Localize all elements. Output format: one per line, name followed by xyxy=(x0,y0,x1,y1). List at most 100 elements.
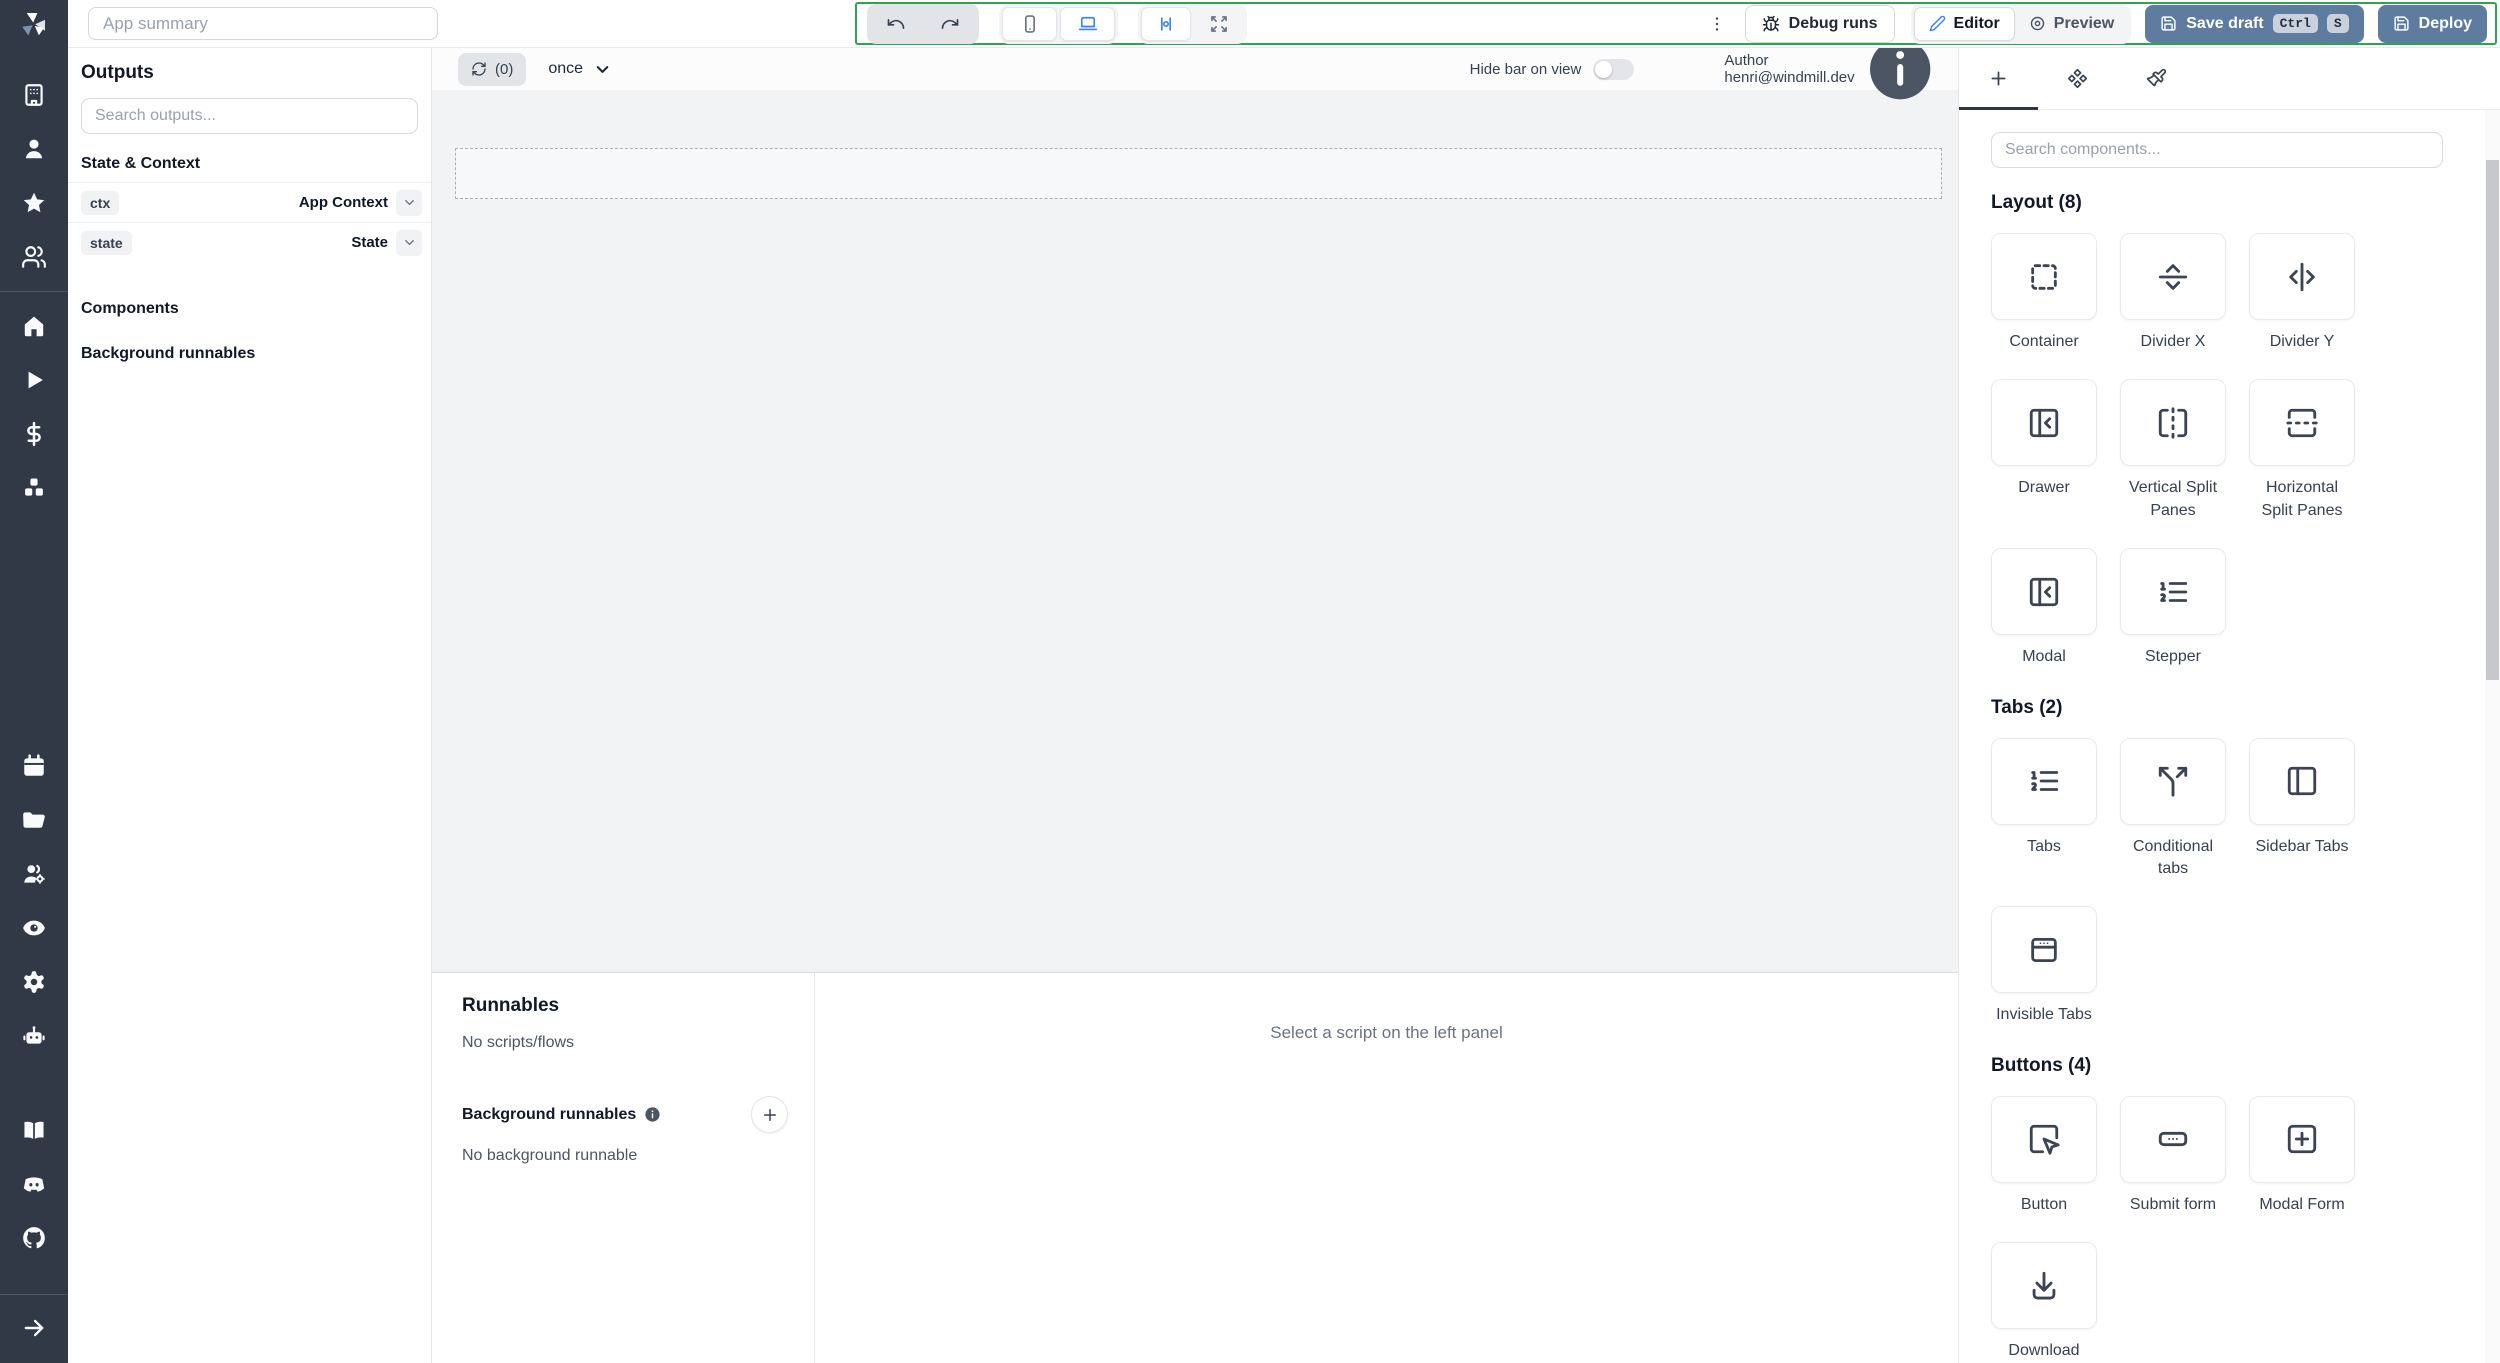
add-background-runnable-button[interactable] xyxy=(751,1096,788,1133)
save-icon xyxy=(2160,15,2177,32)
square-plus-icon xyxy=(2249,1095,2355,1183)
book-open-icon[interactable] xyxy=(21,1117,47,1143)
runnables-panel: Runnables No scripts/flows Background ru… xyxy=(432,973,814,1363)
redo-icon xyxy=(940,14,960,34)
component-label: Submit form xyxy=(2129,1195,2217,1213)
ctx-expand-button[interactable] xyxy=(396,189,422,216)
component-card-modal-form[interactable]: Modal Form xyxy=(2249,1095,2355,1216)
refresh-count-button[interactable]: (0) xyxy=(458,52,527,86)
component-label: Horizontal Split Panes xyxy=(2261,479,2343,519)
fullscreen-button[interactable] xyxy=(1194,7,1244,41)
tab-insert-component[interactable] xyxy=(1959,48,2038,110)
component-card-divider-y[interactable]: Divider Y xyxy=(2249,233,2355,353)
boxes-icon[interactable] xyxy=(21,475,47,501)
star-icon[interactable] xyxy=(21,190,47,216)
component-grid: Button Submit form Modal Form Download Butt… xyxy=(1991,1095,2474,1363)
component-card-divider-x[interactable]: Divider X xyxy=(2120,233,2226,353)
dollar-sign-icon[interactable] xyxy=(21,421,47,447)
discord-icon[interactable] xyxy=(21,1171,47,1197)
sidebar-divider xyxy=(0,291,68,292)
canvas-strip: (0) once Hide bar on view Author henri@w… xyxy=(432,38,1958,100)
preview-label: Preview xyxy=(2053,14,2115,32)
eye-icon[interactable] xyxy=(21,915,47,941)
tab-component-settings[interactable] xyxy=(2038,48,2117,109)
tab-styling[interactable] xyxy=(2117,48,2196,109)
component-card-tabs[interactable]: Tabs xyxy=(1991,737,2097,881)
components-panel: Layout (8) Container Divider X Divider Y Dra… xyxy=(1958,48,2500,1363)
hide-bar-toggle[interactable] xyxy=(1593,58,1635,80)
component-card-horizontal-split-panes[interactable]: Horizontal Split Panes xyxy=(2249,379,2355,522)
search-components-input[interactable] xyxy=(1991,132,2443,168)
search-outputs-input[interactable] xyxy=(81,98,418,134)
calendar-icon[interactable] xyxy=(21,753,47,779)
deploy-button[interactable]: Deploy xyxy=(2377,4,2487,43)
sidebar-group-0 xyxy=(0,82,68,270)
arrow-right-icon[interactable] xyxy=(21,1315,47,1341)
section-title: Tabs (2) xyxy=(1991,696,2063,718)
component-card-sidebar-tabs[interactable]: Sidebar Tabs xyxy=(2249,737,2355,881)
app-summary-input[interactable] xyxy=(88,7,438,40)
info-icon[interactable] xyxy=(644,1106,661,1123)
component-card-button[interactable]: Button xyxy=(1991,1095,2097,1216)
windmill-logo[interactable] xyxy=(0,0,68,48)
state-expand-button[interactable] xyxy=(396,229,422,256)
output-row-ctx[interactable]: ctx App Context xyxy=(68,182,431,222)
components-scrollbar[interactable] xyxy=(2485,110,2500,1363)
component-label: Tabs xyxy=(2027,837,2061,855)
users-cog-icon[interactable] xyxy=(21,861,47,887)
flip-vertical-icon xyxy=(2249,379,2355,467)
play-icon[interactable] xyxy=(21,367,47,393)
app-canvas[interactable] xyxy=(432,90,1958,972)
kbd-ctrl: Ctrl xyxy=(2272,14,2318,33)
component-card-conditional-tabs[interactable]: Conditional tabs xyxy=(2120,737,2226,881)
component-card-submit-form[interactable]: Submit form xyxy=(2120,1095,2226,1216)
bot-icon[interactable] xyxy=(21,1023,47,1049)
submit-form-icon xyxy=(2120,1095,2226,1183)
paintbrush-icon xyxy=(2146,68,2167,89)
center-canvas-button[interactable] xyxy=(1141,6,1191,41)
folder-open-icon[interactable] xyxy=(21,807,47,833)
redo-button[interactable] xyxy=(924,7,976,41)
chevron-down-icon xyxy=(593,60,612,79)
component-card-stepper[interactable]: Stepper xyxy=(2120,548,2226,668)
home-icon[interactable] xyxy=(21,313,47,339)
split-icon xyxy=(2120,737,2226,825)
settings-icon[interactable] xyxy=(21,969,47,995)
component-label: Drawer xyxy=(2018,479,2070,497)
github-icon[interactable] xyxy=(21,1225,47,1251)
empty-grid-placeholder[interactable] xyxy=(455,148,1942,199)
tab-editor[interactable]: Editor xyxy=(1913,6,2015,41)
desktop-view-button[interactable] xyxy=(1060,6,1115,41)
refresh-count: (0) xyxy=(495,60,514,78)
list-ordered-icon xyxy=(2120,548,2226,636)
deploy-icon xyxy=(2393,15,2410,32)
background-runnables-empty-text: No background runnable xyxy=(462,1147,638,1164)
users-icon[interactable] xyxy=(21,244,47,270)
runnables-empty-text: No scripts/flows xyxy=(462,1034,575,1051)
component-label: Modal Form xyxy=(2259,1195,2345,1213)
kbd-s: S xyxy=(2326,14,2349,33)
component-card-download-button[interactable]: Download Button xyxy=(1991,1242,2097,1363)
save-draft-button[interactable]: Save draft Ctrl S xyxy=(2145,4,2364,43)
output-row-state[interactable]: state State xyxy=(68,222,431,262)
run-mode-label: once xyxy=(548,60,584,77)
component-card-invisible-tabs[interactable]: Invisible Tabs xyxy=(1991,906,2097,1026)
component-card-vertical-split-panes[interactable]: Vertical Split Panes xyxy=(2120,379,2226,522)
list-ordered-icon xyxy=(1991,737,2097,825)
run-mode-dropdown[interactable]: once xyxy=(548,60,612,79)
component-card-container[interactable]: Container xyxy=(1991,233,2097,353)
more-options-button[interactable] xyxy=(1703,7,1731,41)
canvas-align-group xyxy=(1138,3,1247,44)
laptop-icon xyxy=(1078,14,1098,34)
user-icon[interactable] xyxy=(21,136,47,162)
undo-redo-group xyxy=(867,3,979,44)
debug-runs-button[interactable]: Debug runs xyxy=(1744,4,1895,43)
building-icon[interactable] xyxy=(21,82,47,108)
undo-button[interactable] xyxy=(870,7,922,41)
component-card-modal[interactable]: Modal xyxy=(1991,548,2097,668)
runnables-title: Runnables xyxy=(462,995,560,1016)
mobile-view-button[interactable] xyxy=(1002,6,1057,41)
tab-preview[interactable]: Preview xyxy=(2015,7,2128,41)
scrollbar-thumb[interactable] xyxy=(2486,160,2499,680)
component-card-drawer[interactable]: Drawer xyxy=(1991,379,2097,522)
